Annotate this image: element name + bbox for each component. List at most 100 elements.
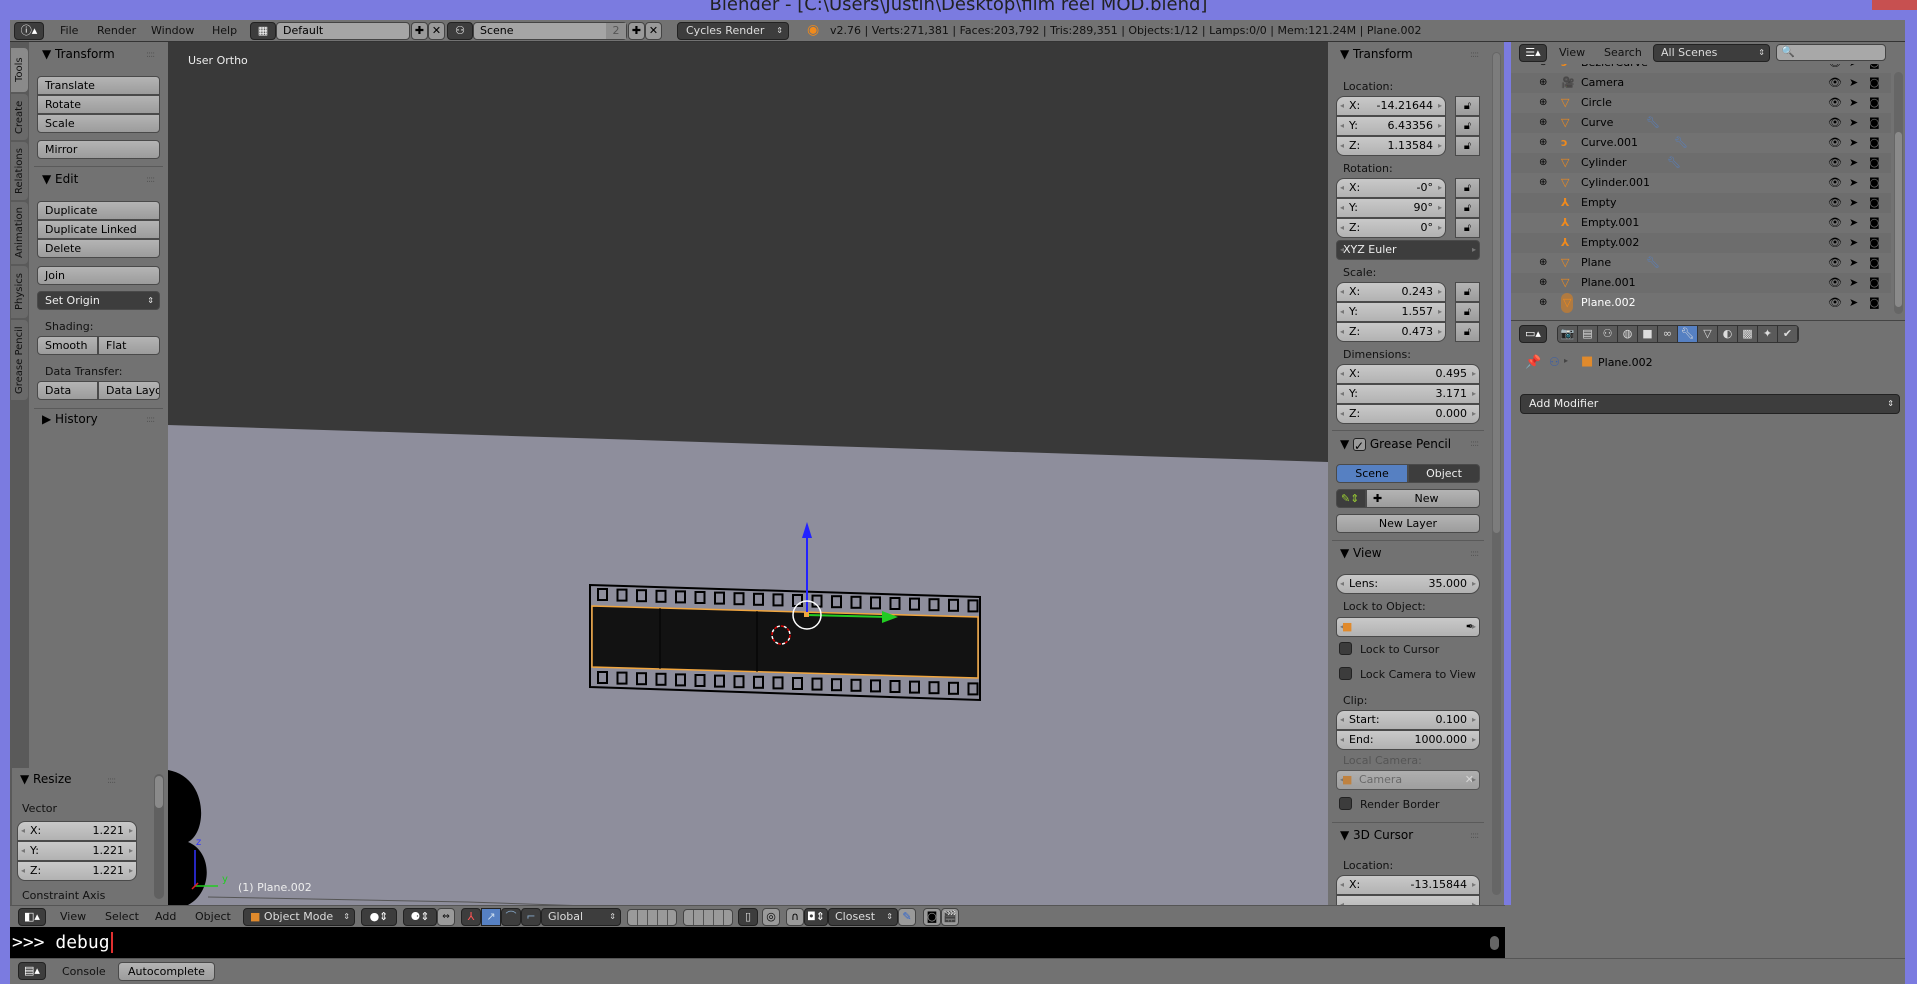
outliner-item[interactable]: ⅄ Empty 👁︎ ➤ ◙ — [1511, 193, 1891, 213]
cursor-select-icon[interactable]: ➤ — [1849, 73, 1858, 93]
expand-icon[interactable]: ⊕ — [1539, 64, 1547, 73]
editor-type-3d-view-icon[interactable]: ◧▴ — [18, 908, 46, 926]
manipulator-z-arrow-icon[interactable] — [802, 522, 812, 538]
cursor-select-icon[interactable]: ➤ — [1849, 64, 1858, 73]
render-camera-icon[interactable]: ◙ — [1869, 113, 1880, 133]
translate-button[interactable]: Translate — [37, 76, 160, 95]
data-layout-transfer-button[interactable]: Data Layo — [98, 381, 160, 400]
cursor-select-icon[interactable]: ➤ — [1849, 253, 1858, 273]
expand-icon[interactable]: ⊕ — [1539, 93, 1547, 113]
snap-align-rotation-icon[interactable]: ✎ — [898, 908, 916, 926]
outliner-search-input[interactable]: 🔍 — [1776, 44, 1886, 61]
outliner-item[interactable]: ⅄ Empty.002 👁︎ ➤ ◙ — [1511, 233, 1891, 253]
outliner-item-name[interactable]: BezierCurve — [1581, 64, 1648, 73]
world-tab-icon[interactable]: ◍ — [1618, 326, 1638, 342]
data-transfer-button[interactable]: Data — [37, 381, 98, 400]
tab-physics[interactable]: Physics — [11, 266, 28, 318]
expand-icon[interactable]: ⊕ — [1539, 253, 1547, 273]
dimensions-x-field[interactable]: X: 0.495 — [1336, 364, 1480, 384]
lock-layers-icon[interactable]: ▯ — [738, 908, 758, 926]
drag-grip-icon[interactable]: :::: — [146, 50, 155, 60]
lock-to-object-field[interactable]: ■✒ — [1336, 617, 1480, 637]
outliner-item[interactable]: ⊕ ▽ Plane.001 👁︎ ➤ ◙ — [1511, 273, 1891, 293]
window-close-button[interactable] — [1872, 0, 1917, 10]
delete-button[interactable]: Delete — [37, 239, 160, 258]
render-layers-tab-icon[interactable]: ▤ — [1578, 326, 1598, 342]
console-input[interactable]: debug — [55, 932, 109, 953]
drag-grip-icon[interactable]: :::: — [1470, 831, 1479, 841]
cursor-select-icon[interactable]: ➤ — [1849, 133, 1858, 153]
outliner-item-name[interactable]: Plane — [1581, 253, 1611, 273]
outliner-item-name[interactable]: Circle — [1581, 93, 1612, 113]
clip-end-field[interactable]: End: 1000.000 — [1336, 730, 1480, 750]
resize-z-field[interactable]: Z: 1.221 — [17, 861, 137, 881]
cursor-select-icon[interactable]: ➤ — [1849, 193, 1858, 213]
outliner-menu-view[interactable]: View — [1559, 46, 1585, 59]
drag-grip-icon[interactable]: :::: — [146, 415, 155, 425]
outliner-item-name[interactable]: Cylinder — [1581, 153, 1627, 173]
physics-tab-icon[interactable]: ✔ — [1778, 326, 1798, 342]
resize-y-field[interactable]: Y: 1.221 — [17, 841, 137, 861]
panel-scrollbar[interactable] — [154, 774, 164, 899]
particles-tab-icon[interactable]: ✦ — [1758, 326, 1778, 342]
scene-tab-icon[interactable]: ⚇ — [1598, 326, 1618, 342]
location-y-field[interactable]: Y: 6.43356 — [1336, 116, 1446, 136]
eye-icon[interactable]: 👁︎ — [1828, 133, 1842, 153]
expand-icon[interactable]: ⊕ — [1539, 173, 1547, 193]
wrench-icon[interactable]: 🔧︎ — [1646, 113, 1660, 133]
console-scrollbar[interactable] — [1490, 936, 1499, 950]
opengl-render-image-icon[interactable]: ◙ — [923, 908, 941, 926]
expand-icon[interactable]: ⊕ — [1539, 113, 1547, 133]
transform-panel-header[interactable]: ▼ Transform — [42, 47, 115, 61]
lock-toggle-icon[interactable]: 🔓︎ — [1455, 302, 1480, 322]
flat-button[interactable]: Flat — [98, 336, 160, 355]
tab-animation[interactable]: Animation — [11, 202, 28, 264]
transform-orientation-dropdown[interactable]: Global ⇕ — [541, 908, 621, 926]
menu-file[interactable]: File — [60, 24, 78, 37]
eye-icon[interactable]: 👁︎ — [1828, 153, 1842, 173]
menu-console[interactable]: Console — [62, 965, 106, 978]
editor-type-properties-icon[interactable]: ▭▴ — [1519, 325, 1547, 343]
drag-grip-icon[interactable]: :::: — [146, 175, 155, 185]
manipulate-center-points-icon[interactable]: ⇔ — [437, 908, 455, 926]
lock-camera-to-view-checkbox[interactable] — [1339, 667, 1352, 680]
clip-start-field[interactable]: Start: 0.100 — [1336, 710, 1480, 730]
scale-x-field[interactable]: X: 0.243 — [1336, 282, 1446, 302]
expand-icon[interactable]: ⊕ — [1539, 293, 1547, 313]
render-camera-icon[interactable]: ◙ — [1869, 213, 1880, 233]
expand-icon[interactable]: ⊕ — [1539, 73, 1547, 93]
view-panel-header[interactable]: ▼ View — [1340, 546, 1382, 560]
eye-icon[interactable]: 👁︎ — [1828, 213, 1842, 233]
outliner-item-name[interactable]: Empty.001 — [1581, 213, 1639, 233]
outliner-item-name[interactable]: Plane.002 — [1581, 293, 1636, 313]
eyedropper-icon[interactable]: ✒ — [1466, 618, 1475, 636]
scale-z-field[interactable]: Z: 0.473 — [1336, 322, 1446, 342]
lock-to-cursor-checkbox[interactable] — [1339, 642, 1352, 655]
outliner-item-name[interactable]: Camera — [1581, 73, 1624, 93]
scene-field[interactable]: Scene 2 — [473, 22, 627, 40]
dimensions-y-field[interactable]: Y: 3.171 — [1336, 384, 1480, 404]
location-x-field[interactable]: X: -14.21644 — [1336, 96, 1446, 116]
outliner-item[interactable]: ⊕ ▽ Circle 👁︎ ➤ ◙ — [1511, 93, 1891, 113]
lock-toggle-icon[interactable]: 🔓︎ — [1455, 116, 1480, 136]
cursor-select-icon[interactable]: ➤ — [1849, 293, 1858, 313]
outliner-item-name[interactable]: Empty — [1581, 193, 1616, 213]
render-camera-icon[interactable]: ◙ — [1869, 73, 1880, 93]
history-panel-header[interactable]: ▶ History — [42, 412, 98, 426]
constraints-tab-icon[interactable]: ∞ — [1658, 326, 1678, 342]
lens-field[interactable]: Lens: 35.000 — [1336, 574, 1480, 594]
expand-icon[interactable]: ⊕ — [1539, 153, 1547, 173]
viewport-shading-dropdown[interactable]: ●⇕ — [361, 908, 397, 926]
lock-toggle-icon[interactable]: 🔓︎ — [1455, 136, 1480, 156]
proportional-editing-icon[interactable]: ◎ — [762, 908, 780, 926]
add-layout-icon[interactable]: ✚ — [411, 22, 428, 40]
add-scene-icon[interactable]: ✚ — [628, 22, 645, 40]
clear-icon[interactable]: ✕ — [1465, 771, 1474, 789]
menu-help[interactable]: Help — [212, 24, 237, 37]
wrench-icon[interactable]: 🔧︎ — [1667, 153, 1681, 173]
gp-scene-tab[interactable]: Scene — [1336, 464, 1408, 483]
drag-grip-icon[interactable]: :::: — [1470, 50, 1479, 60]
expand-icon[interactable]: ⊕ — [1539, 273, 1547, 293]
rotation-y-field[interactable]: Y: 90° — [1336, 198, 1446, 218]
render-camera-icon[interactable]: ◙ — [1869, 293, 1880, 313]
